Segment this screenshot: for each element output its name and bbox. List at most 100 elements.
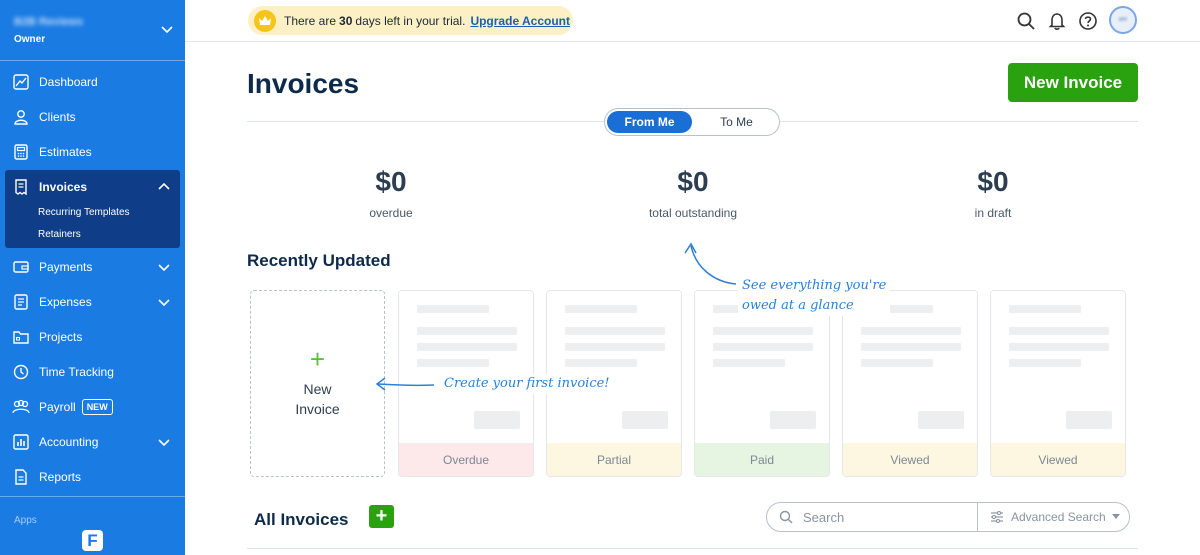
plus-icon: + <box>309 343 326 374</box>
placeholder-amount <box>622 411 668 429</box>
crown-icon <box>254 9 276 32</box>
add-invoice-button[interactable]: + <box>369 505 394 528</box>
freshbooks-logo[interactable]: F <box>82 530 103 551</box>
sidebar-item-time-tracking[interactable]: Time Tracking <box>0 354 185 389</box>
caret-down-icon <box>1111 514 1120 519</box>
upgrade-account-link[interactable]: Upgrade Account <box>470 14 570 28</box>
new-badge: NEW <box>81 398 113 415</box>
placeholder-bar <box>713 343 813 351</box>
sidebar-item-label: Time Tracking <box>39 364 114 379</box>
app-root: B2B Reviews Owner Dashboard Clients Esti… <box>0 0 1200 555</box>
sidebar-item-label: Estimates <box>39 144 92 159</box>
sidebar-item-expenses[interactable]: Expenses <box>0 284 185 319</box>
chevron-down-icon[interactable] <box>157 295 171 309</box>
advanced-search-button[interactable]: Advanced Search <box>978 503 1129 531</box>
stat-amount: $0 <box>977 166 1009 197</box>
trial-suffix: days left in your trial. <box>355 13 466 28</box>
chevron-down-icon[interactable] <box>157 435 171 449</box>
sidebar-item-label: Clients <box>39 109 76 124</box>
annotation-glance: See everything you're owed at a glance <box>738 276 891 316</box>
placeholder-bar <box>1009 327 1109 335</box>
page-title: Invoices <box>247 68 360 99</box>
search-input[interactable] <box>803 509 963 525</box>
sidebar-item-payroll[interactable]: Payroll NEW <box>0 389 185 424</box>
placeholder-bar <box>861 359 933 367</box>
sidebar-subitem-retainers[interactable]: Retainers <box>38 229 81 240</box>
sidebar-item-label: Projects <box>39 329 83 344</box>
folder-icon <box>12 328 30 346</box>
avatar[interactable]: BR <box>1109 6 1137 34</box>
stat-label: in draft <box>974 206 1012 220</box>
user-icon <box>12 108 30 126</box>
sidebar-item-label: Reports <box>39 469 82 484</box>
placeholder-amount <box>770 411 816 429</box>
receipt-icon <box>12 293 30 311</box>
business-switcher[interactable]: B2B Reviews Owner <box>14 16 164 45</box>
search-bar: Advanced Search <box>766 502 1130 532</box>
placeholder-bar <box>565 327 665 335</box>
new-invoice-button[interactable]: New Invoice <box>1008 63 1138 102</box>
sidebar-item-projects[interactable]: Projects <box>0 319 185 354</box>
search-icon <box>779 510 793 524</box>
annotation-glance-line1: See everything you're <box>742 278 887 293</box>
sidebar: B2B Reviews Owner Dashboard Clients Esti… <box>0 0 185 555</box>
sliders-icon <box>991 511 1003 523</box>
card-status: Partial <box>547 443 681 476</box>
bar-chart-icon <box>12 433 30 451</box>
people-icon <box>12 398 30 416</box>
new-invoice-card[interactable]: + New Invoice <box>250 290 385 477</box>
search-icon[interactable] <box>1016 11 1036 31</box>
placeholder-bar <box>861 327 961 335</box>
card-status: Paid <box>695 443 829 476</box>
sidebar-item-payments[interactable]: Payments <box>0 249 185 284</box>
help-icon[interactable] <box>1078 11 1098 31</box>
tab-from-me[interactable]: From Me <box>607 111 692 133</box>
annotation-first-invoice: Create your first invoice! <box>440 374 614 394</box>
card-status: Overdue <box>399 443 533 476</box>
chevron-down-icon[interactable] <box>160 22 174 36</box>
placeholder-bar <box>713 327 813 335</box>
placeholder-bar <box>713 359 785 367</box>
chevron-down-icon[interactable] <box>157 260 171 274</box>
sidebar-item-accounting[interactable]: Accounting <box>0 424 185 459</box>
apps-label: Apps <box>14 515 37 526</box>
placeholder-amount <box>1066 411 1112 429</box>
sidebar-item-invoices[interactable]: Invoices <box>0 169 185 204</box>
card-status: Viewed <box>843 443 977 476</box>
placeholder-bar <box>417 343 517 351</box>
placeholder-amount <box>474 411 520 429</box>
stat-total-outstanding[interactable]: $0 total outstanding <box>622 166 764 220</box>
placeholder-bar <box>1009 343 1109 351</box>
sidebar-divider <box>0 60 185 61</box>
stat-amount: $0 <box>677 166 709 197</box>
sidebar-item-estimates[interactable]: Estimates <box>0 134 185 169</box>
invoice-card-viewed[interactable]: Viewed <box>842 290 978 477</box>
sidebar-item-reports[interactable]: Reports <box>0 459 185 494</box>
stat-label: total outstanding <box>648 206 738 220</box>
sidebar-item-dashboard[interactable]: Dashboard <box>0 64 185 99</box>
tab-to-me[interactable]: To Me <box>694 109 779 135</box>
sidebar-item-label: Expenses <box>39 294 92 309</box>
new-card-label-line1: New <box>303 380 332 397</box>
invoice-card-viewed[interactable]: Viewed <box>990 290 1126 477</box>
trial-banner: There are 30 days left in your trial. Up… <box>248 6 573 35</box>
chevron-up-icon[interactable] <box>157 180 171 194</box>
placeholder-bar <box>417 305 489 313</box>
placeholder-bar <box>417 327 517 335</box>
bell-icon[interactable] <box>1047 11 1067 31</box>
list-divider <box>247 548 1138 549</box>
sidebar-item-label: Payments <box>39 259 93 274</box>
sidebar-item-label: Dashboard <box>39 74 98 89</box>
sidebar-subitem-recurring-templates[interactable]: Recurring Templates <box>38 207 130 218</box>
invoice-card-paid[interactable]: Paid <box>694 290 830 477</box>
sidebar-item-clients[interactable]: Clients <box>0 99 185 134</box>
invoice-icon <box>12 178 30 196</box>
placeholder-bar <box>565 305 637 313</box>
sidebar-item-label: Invoices <box>39 179 88 194</box>
stat-overdue[interactable]: $0 overdue <box>351 166 431 220</box>
search-field[interactable] <box>767 503 978 531</box>
placeholder-bar <box>861 343 961 351</box>
placeholder-bar <box>1009 359 1081 367</box>
stat-in-draft[interactable]: $0 in draft <box>953 166 1033 220</box>
business-role: Owner <box>14 34 46 45</box>
